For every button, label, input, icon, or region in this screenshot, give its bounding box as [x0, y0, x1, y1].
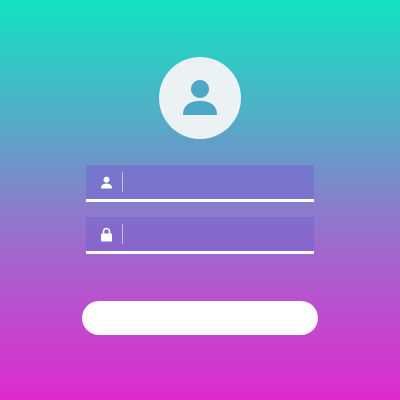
- username-field[interactable]: [86, 165, 314, 202]
- username-input[interactable]: [130, 165, 306, 199]
- field-divider: [122, 224, 123, 244]
- login-button[interactable]: [82, 301, 318, 335]
- password-field[interactable]: [86, 217, 314, 254]
- password-input[interactable]: [130, 217, 306, 251]
- field-divider: [122, 172, 123, 192]
- login-screen: [0, 0, 400, 400]
- lock-icon: [98, 226, 114, 242]
- profile-avatar: [159, 57, 241, 139]
- user-icon: [98, 174, 114, 190]
- user-avatar-icon: [183, 80, 217, 115]
